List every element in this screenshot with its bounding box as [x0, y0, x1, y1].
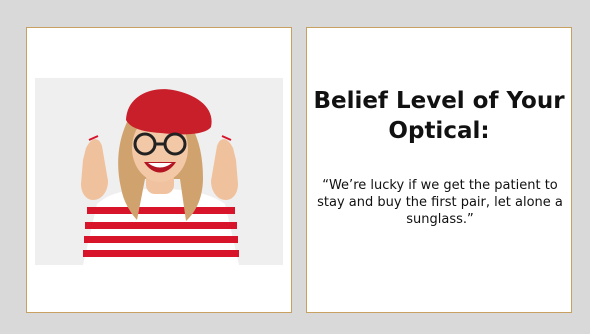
photo-illustration [35, 78, 283, 265]
card-quote: “We’re lucky if we get the patient to st… [317, 178, 563, 228]
image-card [26, 27, 292, 313]
card-title: Belief Level of Your Optical: [313, 88, 565, 145]
woman-fingers-crossed-photo [35, 78, 283, 265]
text-card: Belief Level of Your Optical: “We’re luc… [306, 27, 572, 313]
